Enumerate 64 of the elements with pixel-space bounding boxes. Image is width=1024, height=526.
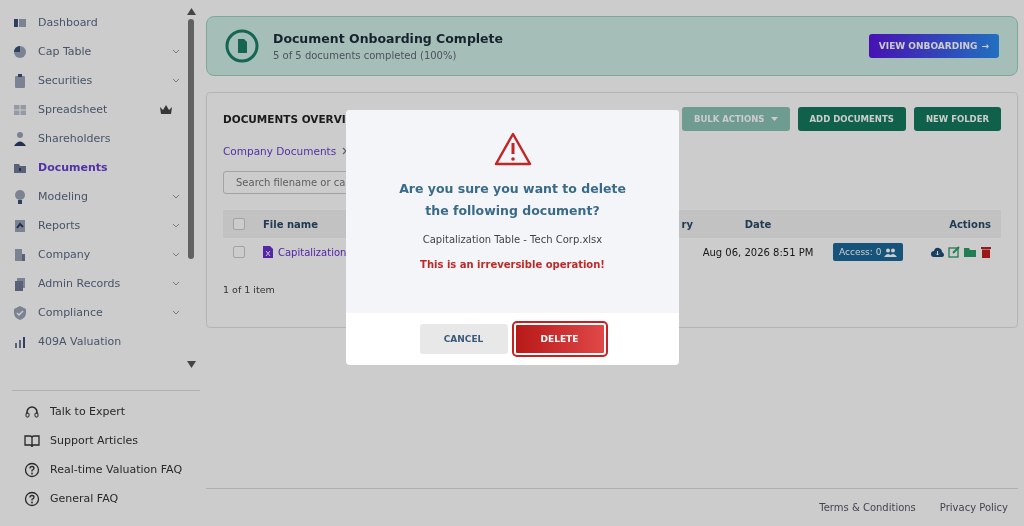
- trash-icon[interactable]: [981, 246, 991, 258]
- sidebar-item[interactable]: Shareholders: [12, 124, 186, 153]
- shield-icon: [12, 304, 28, 321]
- document-icon: [225, 29, 259, 63]
- sidebar-item[interactable]: Admin Records: [12, 269, 186, 298]
- view-onboarding-button[interactable]: VIEW ONBOARDING →: [868, 34, 999, 58]
- cloud-download-icon[interactable]: [931, 246, 944, 258]
- person-icon: [12, 130, 28, 147]
- access-button[interactable]: Access: 0: [833, 243, 904, 261]
- cancel-button[interactable]: CANCEL: [419, 324, 508, 354]
- column-header: File name: [263, 218, 320, 230]
- sidebar-item[interactable]: Spreadsheet: [12, 95, 186, 124]
- pie-chart-icon: [12, 43, 28, 60]
- banner-subtitle: 5 of 5 documents completed (100%): [273, 50, 458, 61]
- excel-file-icon: [263, 246, 273, 258]
- users-icon: [884, 247, 898, 257]
- toolbar-button[interactable]: NEW FOLDER: [913, 107, 1001, 131]
- dialog-question: Are you sure you want to delete the following document?: [398, 180, 627, 220]
- sidebar-item[interactable]: Dashboard: [12, 8, 186, 37]
- scrollbar-thumb[interactable]: [188, 19, 194, 259]
- folder-icon[interactable]: [964, 246, 977, 258]
- document-name: Capitalization Table - Tech Corp.xlsx: [422, 234, 603, 245]
- sidebar-item[interactable]: Cap Table: [12, 37, 186, 66]
- headset-icon: [24, 403, 40, 420]
- files-icon: [12, 275, 28, 292]
- scroll-down-icon[interactable]: [186, 361, 196, 368]
- lightbulb-icon: [12, 188, 28, 205]
- help-link[interactable]: Talk to Expert: [0, 397, 200, 426]
- caret-icon: [770, 117, 778, 121]
- column-header: ry: [680, 218, 693, 230]
- help-link[interactable]: Real-time Valuation FAQ: [0, 455, 200, 484]
- footer-link[interactable]: Privacy Policy: [939, 502, 1008, 513]
- sidebar-item[interactable]: Modeling: [12, 182, 186, 211]
- pagination-info: 1 of 1 item: [223, 284, 276, 295]
- banner-title: Document Onboarding Complete: [273, 31, 505, 46]
- book-icon: [24, 432, 40, 449]
- sidebar-item[interactable]: 409A Valuation: [12, 327, 186, 356]
- question-icon: [24, 461, 40, 478]
- sidebar-item[interactable]: Documents: [12, 153, 186, 182]
- table-cell-text: Aug 06, 2026 8:51 PM: [701, 246, 815, 258]
- delete-button[interactable]: DELETE: [513, 323, 606, 355]
- edit-icon[interactable]: [948, 246, 960, 258]
- file-name-link[interactable]: Capitalization: [278, 246, 347, 258]
- help-link[interactable]: General FAQ: [0, 484, 200, 513]
- footer-link[interactable]: Terms & Conditions: [819, 502, 916, 513]
- sidebar-item[interactable]: Securities: [12, 66, 186, 95]
- question-icon: [24, 490, 40, 507]
- warning-icon: [493, 132, 532, 166]
- sidebar-item[interactable]: Company: [12, 240, 186, 269]
- column-header: Date: [743, 218, 773, 230]
- column-header: Actions: [949, 218, 991, 230]
- scroll-up-icon[interactable]: [186, 8, 196, 15]
- sidebar-item[interactable]: Compliance: [12, 298, 186, 327]
- breadcrumb-link[interactable]: Company Documents: [223, 145, 337, 157]
- checkbox[interactable]: [233, 246, 245, 258]
- sidebar-item[interactable]: Reports: [12, 211, 186, 240]
- clipboard-icon: [12, 72, 28, 89]
- warning-text: This is an irreversible operation!: [420, 259, 605, 270]
- checkbox[interactable]: [233, 218, 245, 230]
- report-icon: [12, 217, 28, 234]
- building-icon: [12, 246, 28, 263]
- help-link[interactable]: Support Articles: [0, 426, 200, 455]
- section-title: DOCUMENTS OVERVI: [223, 113, 347, 125]
- toolbar-button[interactable]: ADD DOCUMENTS: [797, 107, 906, 131]
